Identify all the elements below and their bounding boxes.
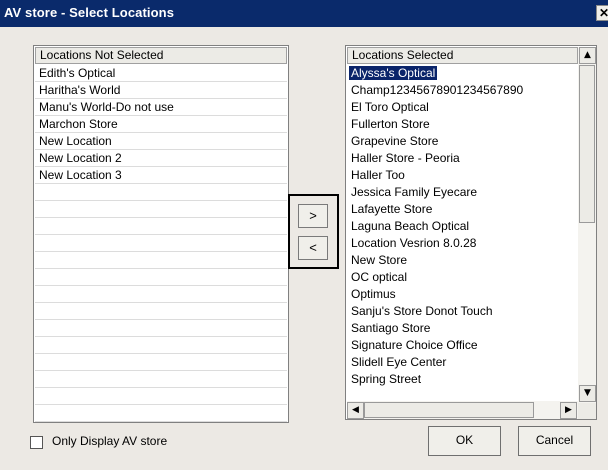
right-arrow-icon[interactable]: ▶ [560,402,577,419]
list-item[interactable]: Fullerton Store [347,116,578,133]
list-item[interactable]: Spring Street [347,371,578,388]
list-item[interactable]: Location Vesrion 8.0.28 [347,235,578,252]
vertical-scroll-thumb[interactable] [579,65,595,223]
list-item[interactable] [35,320,287,337]
list-item[interactable]: Santiago Store [347,320,578,337]
window-title: AV store - Select Locations [4,5,175,20]
remove-location-button[interactable]: < [298,236,328,260]
locations-not-selected-header[interactable]: Locations Not Selected [35,47,287,64]
only-display-checkbox[interactable] [30,436,43,449]
move-buttons-group: > < [288,194,339,269]
list-item[interactable]: Slidell Eye Center [347,354,578,371]
list-item[interactable] [35,201,287,218]
list-item[interactable]: Champ12345678901234567890 [347,82,578,99]
left-arrow-icon[interactable]: ◀ [347,402,364,419]
list-item[interactable]: New Location [35,133,287,150]
add-location-button[interactable]: > [298,204,328,228]
list-item[interactable]: New Location 2 [35,150,287,167]
ok-button[interactable]: OK [428,426,501,456]
list-item[interactable]: Signature Choice Office [347,337,578,354]
right-list-rows: Alyssa's Optical Champ123456789012345678… [347,65,578,388]
list-item[interactable] [35,388,287,405]
close-icon[interactable]: ✕ [596,5,608,21]
locations-selected-list[interactable]: Locations Selected Alyssa's Optical Cham… [345,45,597,420]
down-arrow-icon[interactable]: ▼ [579,385,596,402]
list-item[interactable]: New Location 3 [35,167,287,184]
select-locations-dialog: AV store - Select Locations ✕ Locations … [0,0,608,470]
list-item[interactable]: Edith's Optical [35,65,287,82]
list-item[interactable] [35,354,287,371]
left-list-rows: Edith's Optical Haritha's World Manu's W… [35,65,287,423]
list-item[interactable] [35,269,287,286]
list-item[interactable] [35,235,287,252]
up-arrow-icon[interactable]: ▲ [579,47,596,64]
list-item[interactable]: Marchon Store [35,116,287,133]
list-item[interactable]: El Toro Optical [347,99,578,116]
list-item[interactable]: Haller Store - Peoria [347,150,578,167]
list-item[interactable]: Optimus [347,286,578,303]
locations-not-selected-list[interactable]: Locations Not Selected Edith's Optical H… [33,45,289,423]
cancel-button[interactable]: Cancel [518,426,591,456]
list-item[interactable] [35,184,287,201]
selected-item-label: Alyssa's Optical [347,65,439,81]
list-item[interactable] [35,337,287,354]
list-item[interactable]: New Store [347,252,578,269]
list-item[interactable]: Laguna Beach Optical [347,218,578,235]
list-item[interactable]: Lafayette Store [347,201,578,218]
list-item[interactable] [35,286,287,303]
scrollbar-corner [578,403,596,419]
list-item[interactable] [35,371,287,388]
list-item[interactable]: Sanju's Store Donot Touch [347,303,578,320]
list-item[interactable] [35,303,287,320]
list-item[interactable] [35,422,287,423]
vertical-scrollbar[interactable]: ▲ ▼ [578,47,596,403]
only-display-checkbox-label[interactable]: Only Display AV store [52,434,167,448]
horizontal-scrollbar[interactable]: ◀ ▶ [347,401,578,419]
list-item[interactable]: Haritha's World [35,82,287,99]
list-item[interactable] [35,218,287,235]
list-item[interactable]: OC optical [347,269,578,286]
locations-selected-header[interactable]: Locations Selected [347,47,578,64]
list-item[interactable]: Jessica Family Eyecare [347,184,578,201]
list-item[interactable] [35,405,287,422]
title-bar[interactable]: AV store - Select Locations ✕ [0,0,608,27]
list-item[interactable]: Grapevine Store [347,133,578,150]
list-item-selected[interactable]: Alyssa's Optical [347,65,578,82]
list-item[interactable]: Haller Too [347,167,578,184]
list-item[interactable] [35,252,287,269]
horizontal-scroll-thumb[interactable] [364,402,534,418]
list-item[interactable]: Manu's World-Do not use [35,99,287,116]
